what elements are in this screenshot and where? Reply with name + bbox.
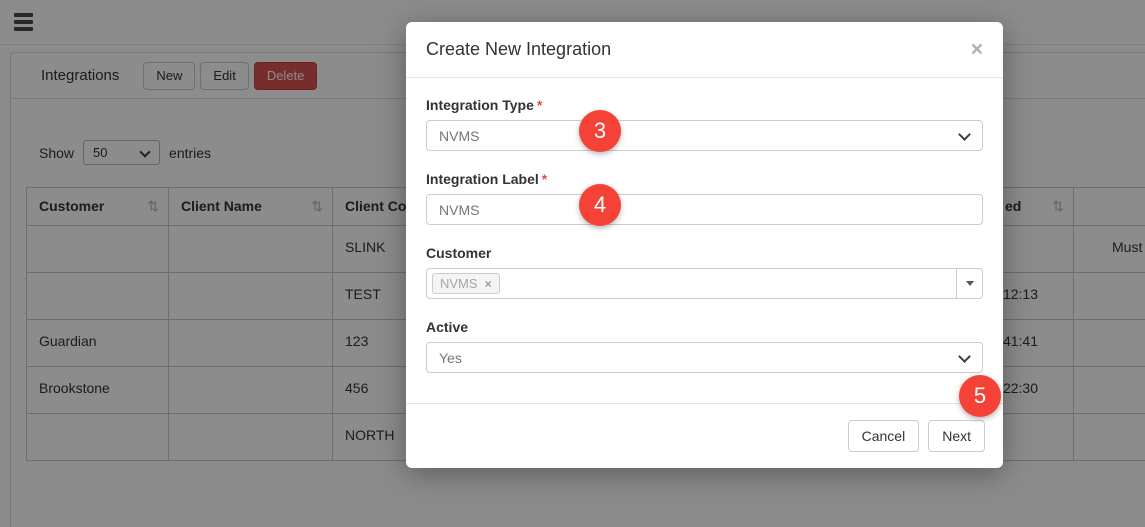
integration-label-input[interactable] (426, 194, 983, 225)
create-integration-modal: Create New Integration × Integration Typ… (406, 22, 1003, 468)
multiselect-toggle[interactable] (956, 269, 982, 298)
remove-tag-icon[interactable]: × (485, 277, 492, 291)
customer-tag: NVMS × (432, 273, 500, 294)
chevron-down-icon (958, 350, 971, 363)
customer-group: Customer NVMS × (426, 245, 983, 299)
next-button[interactable]: Next (928, 420, 985, 452)
integration-type-label: Integration Type * (426, 97, 543, 113)
integration-type-group: Integration Type * NVMS (426, 97, 983, 151)
required-marker: * (541, 171, 548, 187)
modal-footer: Cancel Next (406, 403, 1003, 468)
close-icon[interactable]: × (971, 39, 983, 60)
cancel-button[interactable]: Cancel (847, 420, 920, 452)
modal-body: Integration Type * NVMS Integration Label… (406, 78, 1003, 373)
required-marker: * (536, 97, 543, 113)
caret-down-icon (965, 281, 974, 286)
active-select[interactable]: Yes (426, 342, 983, 373)
customer-multiselect[interactable]: NVMS × (426, 268, 983, 299)
modal-title: Create New Integration (426, 39, 612, 59)
integration-label-group: Integration Label * (426, 171, 983, 225)
step-badge-3: 3 (579, 110, 621, 152)
chevron-down-icon (958, 128, 971, 141)
customer-label: Customer (426, 245, 492, 261)
active-group: Active Yes (426, 319, 983, 373)
active-label: Active (426, 319, 469, 335)
step-badge-4: 4 (579, 184, 621, 226)
modal-header: Create New Integration × (406, 22, 1003, 78)
step-badge-5: 5 (959, 375, 1001, 417)
integration-type-select[interactable]: NVMS (426, 120, 983, 151)
integration-label-label: Integration Label * (426, 171, 548, 187)
app-screen: Integrations New Edit Delete Show 50 ent… (0, 0, 1145, 527)
